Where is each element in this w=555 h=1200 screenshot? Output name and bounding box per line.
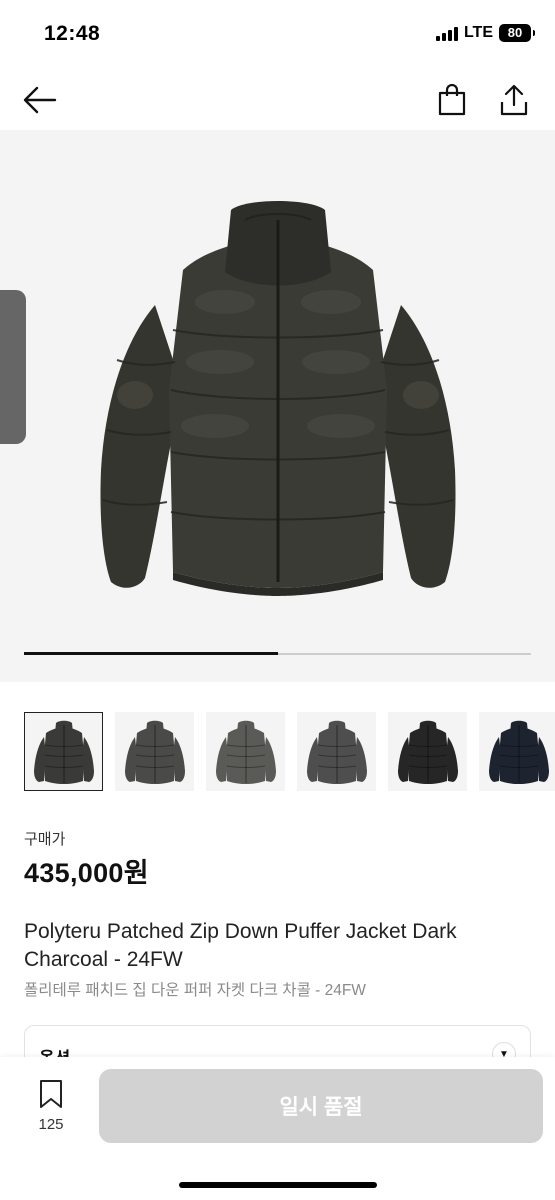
share-icon <box>500 84 528 116</box>
price-value: 435,000원 <box>24 858 149 888</box>
share-button[interactable] <box>494 80 534 120</box>
thumbnail-item[interactable] <box>479 712 555 791</box>
sold-out-button[interactable]: 일시 품절 <box>99 1069 543 1143</box>
shopping-bag-icon <box>438 84 466 116</box>
thumbnail-image <box>397 720 458 784</box>
home-indicator <box>179 1182 377 1188</box>
thumbnail-item[interactable] <box>297 712 376 791</box>
bottom-action-bar: 125 일시 품절 <box>0 1057 555 1200</box>
thumbnail-image <box>488 720 549 784</box>
bookmark-count: 125 <box>38 1116 64 1133</box>
thumbnail-item[interactable] <box>115 712 194 791</box>
thumbnail-item[interactable] <box>206 712 285 791</box>
product-title: Polyteru Patched Zip Down Puffer Jacket … <box>24 920 457 971</box>
product-title-korean: 폴리테루 패치드 집 다운 퍼퍼 자켓 다크 차콜 - 24FW <box>24 982 366 999</box>
status-indicators: LTE 80 <box>435 24 535 42</box>
gallery-progress <box>24 652 531 655</box>
nav-bar <box>0 70 555 130</box>
back-button[interactable] <box>20 80 60 120</box>
thumbnail-image <box>124 720 185 784</box>
thumbnail-image <box>33 720 94 784</box>
arrow-left-icon <box>23 86 57 114</box>
gallery-progress-fill <box>24 652 278 655</box>
status-bar: 12:48 LTE 80 <box>0 0 555 70</box>
thumbnail-image <box>306 720 367 784</box>
thumbnail-strip[interactable] <box>24 712 555 792</box>
price-label: 구매가 <box>24 831 66 848</box>
thumbnail-image <box>215 720 276 784</box>
side-overlay-panel: 🔊 <box>0 290 26 444</box>
thumbnail-item[interactable] <box>24 712 103 791</box>
thumbnail-item[interactable] <box>388 712 467 791</box>
bookmark-icon <box>40 1080 62 1108</box>
network-label: LTE <box>463 24 493 41</box>
shopping-bag-button[interactable] <box>432 80 472 120</box>
signal-icon <box>435 25 458 41</box>
product-image-gallery[interactable]: 🔊 <box>0 130 555 682</box>
battery-icon: 80 <box>499 24 535 42</box>
bookmark-button[interactable]: 125 <box>28 1079 74 1139</box>
product-image <box>100 201 456 596</box>
status-time: 12:48 <box>44 22 101 45</box>
